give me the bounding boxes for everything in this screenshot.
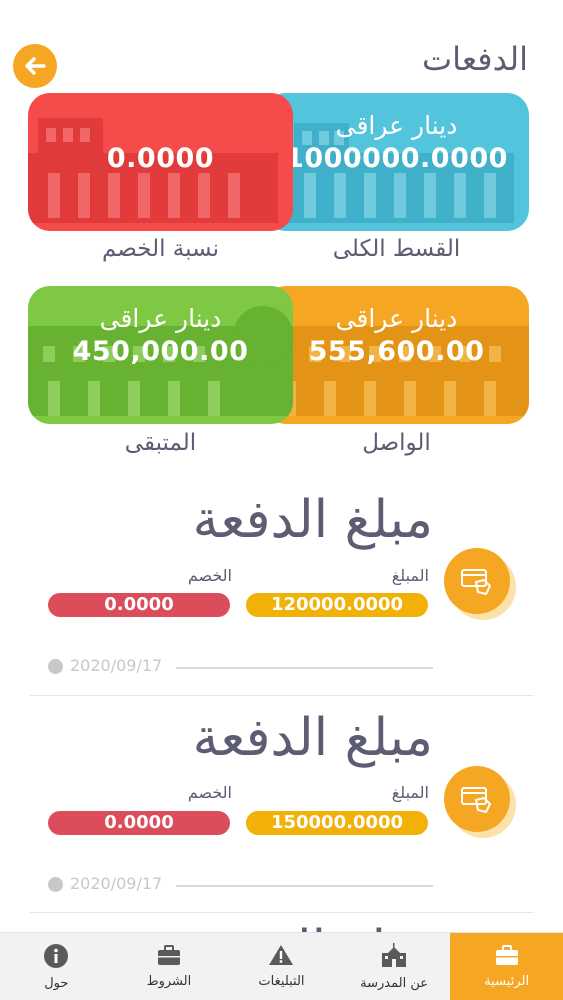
clock-icon <box>48 877 63 892</box>
bottom-tab-bar: حول الشروط التبليغات عن المدرسة الرئيسية <box>0 932 563 1000</box>
discount-pill: 0.0000 <box>48 811 230 835</box>
amount-value: 450,000.00 <box>72 336 249 367</box>
amount-pill: 150000.0000 <box>246 811 428 835</box>
currency-label: دينار عراقى <box>335 111 458 140</box>
amount-pill: 120000.0000 <box>246 593 428 617</box>
info-icon <box>44 944 69 968</box>
page-title: الدفعات <box>421 40 528 78</box>
discount-pill: 0.0000 <box>48 593 230 617</box>
school-icon <box>382 943 407 967</box>
clock-icon <box>48 659 63 674</box>
paid-card: دينار عراقى 555,600.00 <box>264 286 529 424</box>
amount-value: 0.0000 <box>106 143 215 174</box>
tab-home[interactable]: الرئيسية <box>450 933 563 1000</box>
tab-label: عن المدرسة <box>360 976 428 991</box>
currency-label: دينار عراقى <box>99 304 222 333</box>
amount-value: 1000000.0000 <box>285 143 508 174</box>
payment-date-row: 2020/09/17 <box>48 874 433 894</box>
briefcase-icon <box>157 945 180 965</box>
separator <box>30 695 533 696</box>
amount-label: المبلغ <box>391 566 429 585</box>
tab-terms[interactable]: الشروط <box>113 933 226 1000</box>
discount-label: الخصم <box>187 783 232 802</box>
arrow-left-icon <box>25 57 46 75</box>
remaining-card: دينار عراقى 450,000.00 <box>28 286 293 424</box>
divider-line <box>176 885 433 887</box>
payment-item[interactable]: مبلغ الدفعة المبلغ الخصم 150000.0000 0.0… <box>30 708 535 918</box>
payment-date: 2020/09/17 <box>70 656 163 675</box>
paid-label: الواصل <box>362 430 431 456</box>
discount-label: الخصم <box>187 566 232 585</box>
divider-line <box>176 667 433 669</box>
total-installment-label: القسط الكلى <box>332 236 461 262</box>
payment-title: مبلغ الدفعة <box>192 708 433 768</box>
discount-rate-label: نسبة الخصم <box>102 236 219 262</box>
tab-notifications[interactable]: التبليغات <box>225 933 338 1000</box>
amount-value: 555,600.00 <box>308 336 485 367</box>
remaining-label: المتبقى <box>124 430 197 456</box>
warning-icon <box>269 945 294 965</box>
discount-rate-card: 0.0000 <box>28 93 293 231</box>
payment-item[interactable]: مبلغ الدفعة المبلغ الخصم 120000.0000 0.0… <box>30 490 535 700</box>
card-payment-icon <box>444 548 510 614</box>
header: الدفعات <box>0 0 563 90</box>
amount-label: المبلغ <box>391 783 429 802</box>
currency-label: دينار عراقى <box>335 304 458 333</box>
tab-label: الشروط <box>146 974 192 989</box>
card-payment-icon <box>444 766 510 832</box>
tab-label: الرئيسية <box>484 974 530 989</box>
separator <box>30 912 533 913</box>
payment-date: 2020/09/17 <box>70 874 163 893</box>
payment-date-row: 2020/09/17 <box>48 656 433 676</box>
back-button[interactable] <box>13 44 57 88</box>
tab-about-school[interactable]: عن المدرسة <box>338 933 451 1000</box>
total-installment-card: دينار عراقى 1000000.0000 <box>264 93 529 231</box>
tab-label: التبليغات <box>258 974 305 989</box>
payment-title: مبلغ الدفعة <box>192 490 433 550</box>
tab-about[interactable]: حول <box>0 933 113 1000</box>
tab-label: حول <box>44 976 69 991</box>
briefcase-icon <box>495 945 518 965</box>
